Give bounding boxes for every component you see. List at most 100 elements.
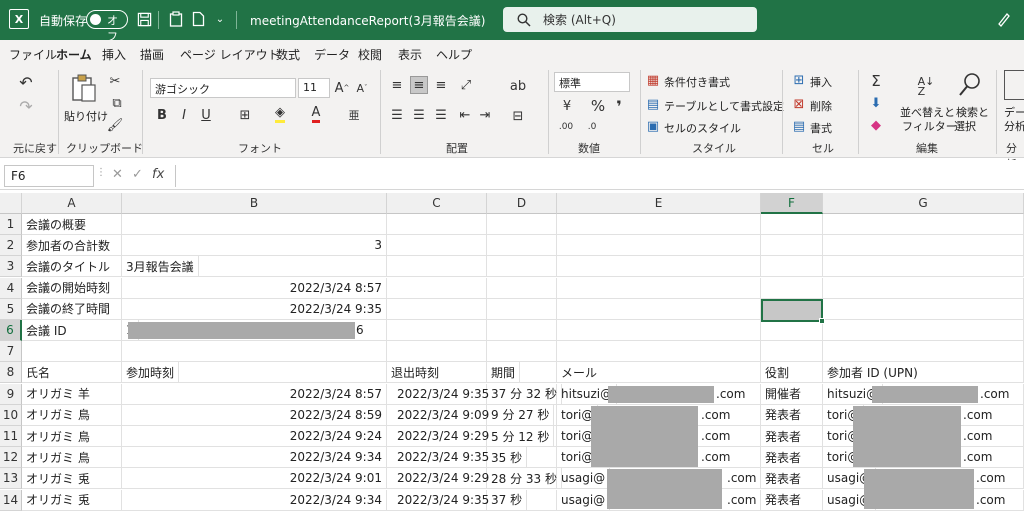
row-header[interactable]: 13 bbox=[0, 468, 22, 490]
column-header-e[interactable]: E bbox=[557, 193, 761, 214]
cell-d[interactable]: 35 秒 bbox=[487, 447, 528, 469]
grid-cell[interactable] bbox=[387, 235, 487, 257]
grid-cell[interactable] bbox=[487, 256, 557, 278]
column-header-a[interactable]: A bbox=[22, 193, 122, 214]
sort-filter-icon[interactable]: A↓ Z bbox=[912, 72, 940, 102]
grid-cell[interactable] bbox=[761, 214, 823, 235]
cell-style-icon[interactable]: ▣ bbox=[646, 118, 660, 134]
grid-cell[interactable] bbox=[387, 341, 487, 363]
cell-c[interactable]: 2022/3/24 9:35 bbox=[393, 447, 494, 469]
decrease-indent-icon[interactable]: ⇤ bbox=[456, 106, 474, 124]
percent-icon[interactable]: % bbox=[590, 96, 606, 116]
cell-f[interactable]: 発表者 bbox=[761, 447, 823, 469]
grid-cell[interactable] bbox=[487, 235, 557, 257]
increase-decimal-icon[interactable]: .00 bbox=[556, 118, 576, 136]
new-file-icon[interactable] bbox=[188, 9, 208, 29]
font-grow-icon[interactable]: A ^ bbox=[334, 78, 350, 98]
tab-file[interactable]: ファイル bbox=[9, 46, 57, 63]
row-header[interactable]: 2 bbox=[0, 235, 22, 257]
analyze-data-icon[interactable] bbox=[1004, 70, 1024, 100]
paste-label[interactable]: 貼り付け bbox=[64, 108, 108, 124]
tab-insert[interactable]: 挿入 bbox=[102, 46, 126, 63]
row-header[interactable]: 4 bbox=[0, 277, 22, 299]
cell-a[interactable]: オリガミ 兎 bbox=[22, 468, 122, 490]
grid-cell[interactable] bbox=[823, 298, 1024, 320]
customize-qat-icon[interactable]: ⌄ bbox=[210, 9, 230, 29]
format-painter-icon[interactable]: 🖌 bbox=[106, 116, 124, 134]
cell-a[interactable]: 参加者の合計数 bbox=[22, 235, 122, 257]
grid-cell[interactable] bbox=[823, 256, 1024, 278]
number-format-dropdown[interactable]: 標準 bbox=[554, 72, 630, 92]
grid-cell[interactable] bbox=[761, 277, 823, 299]
grid-cell[interactable] bbox=[487, 320, 557, 341]
cell-b[interactable]: 2022/3/24 8:57 bbox=[122, 383, 387, 405]
row-header[interactable]: 11 bbox=[0, 426, 22, 447]
cell-g-domain[interactable]: .com bbox=[972, 468, 1010, 490]
cell-c[interactable]: 2022/3/24 9:35 bbox=[393, 384, 494, 405]
row-header[interactable]: 12 bbox=[0, 447, 22, 469]
cell-a[interactable]: オリガミ 鳥 bbox=[22, 426, 122, 447]
cell-b[interactable]: 2022/3/24 9:34 bbox=[122, 489, 387, 511]
cell-g-domain[interactable]: .com bbox=[959, 405, 997, 426]
grid-cell[interactable] bbox=[22, 341, 122, 363]
tab-page-layout[interactable]: ページ レイアウト bbox=[180, 46, 280, 63]
cell-e-domain[interactable]: .com bbox=[697, 447, 735, 469]
cell-b[interactable]: 2022/3/24 8:59 bbox=[122, 404, 387, 426]
cell-e-domain[interactable]: .com bbox=[697, 405, 735, 426]
grid-cell[interactable] bbox=[557, 235, 761, 257]
find-select-line2[interactable]: 選択 bbox=[954, 118, 976, 134]
cell-d[interactable]: 28 分 33 秒 bbox=[487, 468, 562, 490]
grid-cell[interactable] bbox=[823, 277, 1024, 299]
cell-f[interactable]: 発表者 bbox=[761, 489, 823, 511]
cell-c[interactable]: 2022/3/24 9:29 bbox=[393, 468, 494, 490]
cell-a[interactable]: 会議の概要 bbox=[22, 214, 122, 235]
insert-cells-button[interactable]: 挿入 bbox=[810, 74, 832, 90]
grid-cell[interactable] bbox=[557, 341, 761, 363]
row-header[interactable]: 7 bbox=[0, 341, 22, 363]
cell-a[interactable]: オリガミ 兎 bbox=[22, 489, 122, 511]
grid-cell[interactable] bbox=[761, 341, 823, 363]
cell-a[interactable]: 会議 ID bbox=[22, 320, 122, 341]
cell-c[interactable]: 2022/3/24 9:09 bbox=[393, 405, 494, 426]
grid-cell[interactable] bbox=[557, 277, 761, 299]
format-as-table-button[interactable]: テーブルとして書式設定 bbox=[664, 98, 784, 114]
row-header[interactable]: 14 bbox=[0, 489, 22, 511]
fill-color-icon[interactable]: ◈ bbox=[270, 104, 290, 124]
insert-function-icon[interactable]: fx bbox=[152, 167, 164, 182]
selected-cell[interactable] bbox=[761, 299, 825, 324]
grid-cell[interactable] bbox=[823, 235, 1024, 257]
cell-b[interactable]: 3 bbox=[122, 235, 387, 257]
tab-view[interactable]: 表示 bbox=[398, 46, 422, 63]
cell-b[interactable]: 2022/3/24 9:35 bbox=[122, 298, 387, 320]
format-cells-button[interactable]: 書式 bbox=[810, 120, 832, 136]
grid-cell[interactable] bbox=[557, 320, 761, 341]
name-box[interactable]: F6 bbox=[4, 165, 94, 187]
merge-center-icon[interactable]: ⊟ bbox=[508, 106, 528, 126]
grid-cell[interactable] bbox=[761, 235, 823, 257]
font-size-dropdown[interactable]: 11 bbox=[298, 78, 330, 98]
cell-b[interactable]: 2022/3/24 9:34 bbox=[122, 447, 387, 469]
cell-d[interactable]: 37 分 32 秒 bbox=[487, 383, 562, 405]
tab-data[interactable]: データ bbox=[314, 46, 350, 63]
cell-g[interactable]: 参加者 ID (UPN) bbox=[823, 362, 1024, 384]
cell-a[interactable]: 会議の終了時間 bbox=[22, 298, 122, 320]
grid-cell[interactable] bbox=[487, 214, 557, 235]
cell-a[interactable]: オリガミ 鳥 bbox=[22, 404, 122, 426]
row-header[interactable]: 5 bbox=[0, 298, 22, 320]
cell-g-domain[interactable]: .com bbox=[959, 447, 997, 469]
align-top-icon[interactable]: ≡ bbox=[388, 76, 406, 94]
grid-cell[interactable] bbox=[387, 256, 487, 278]
grid-cell[interactable] bbox=[557, 298, 761, 320]
tab-home[interactable]: ホーム bbox=[56, 46, 92, 68]
cut-icon[interactable]: ✂ bbox=[106, 72, 124, 90]
cell-f[interactable]: 開催者 bbox=[761, 383, 823, 405]
grid-cell[interactable] bbox=[761, 320, 823, 341]
cell-e[interactable]: メール bbox=[557, 362, 761, 384]
cell-a[interactable]: オリガミ 鳥 bbox=[22, 447, 122, 469]
column-header-f[interactable]: F bbox=[761, 193, 823, 214]
increase-indent-icon[interactable]: ⇥ bbox=[476, 106, 494, 124]
cancel-icon[interactable]: ✕ bbox=[112, 167, 123, 182]
currency-icon[interactable]: ¥ bbox=[556, 96, 578, 116]
cell-f[interactable]: 発表者 bbox=[761, 426, 823, 447]
decrease-decimal-icon[interactable]: .0 bbox=[582, 118, 602, 136]
